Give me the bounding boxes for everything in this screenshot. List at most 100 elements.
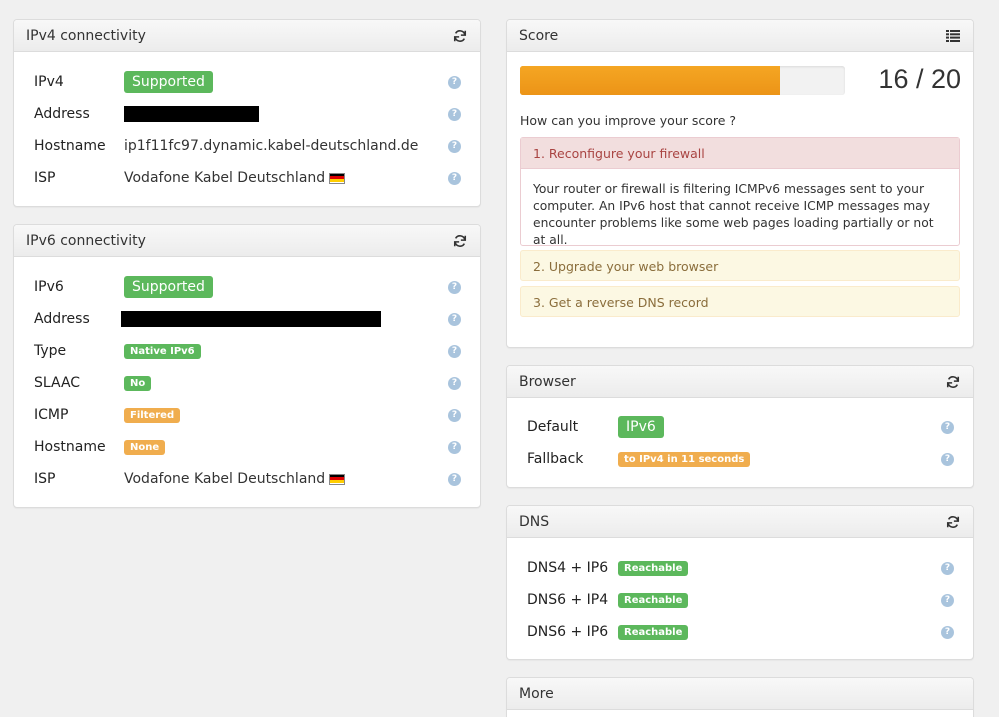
address-row: Address ? — [14, 307, 480, 331]
help-icon[interactable]: ? — [941, 625, 954, 639]
row-label: ISP — [34, 170, 56, 186]
row-label: DNS4 + IP6 — [527, 560, 609, 576]
redacted-address — [121, 311, 381, 327]
dns-panel-header: DNS — [507, 506, 973, 538]
row-value: Filtered — [124, 407, 181, 423]
improve-text: How can you improve your score ? — [520, 113, 737, 128]
score-progress-fill — [520, 66, 780, 95]
panel-title: IPv4 connectivity — [26, 27, 146, 44]
help-icon[interactable]: ? — [448, 75, 461, 89]
ipv4-panel: IPv4 connectivity IPv4 Supported ? Addre… — [13, 19, 481, 207]
help-icon[interactable]: ? — [448, 408, 461, 422]
row-label: Type — [34, 343, 67, 359]
status-badge: Reachable — [618, 624, 689, 640]
germany-flag-icon — [329, 473, 346, 485]
panel-title: More — [519, 685, 554, 702]
help-icon[interactable]: ? — [448, 344, 461, 358]
help-icon[interactable]: ? — [941, 593, 954, 607]
row-label: Hostname — [34, 138, 106, 154]
score-panel-header: Score — [507, 20, 973, 52]
row-label: Fallback — [527, 451, 584, 467]
type-row: Type Native IPv6 ? — [14, 339, 480, 363]
row-label: Hostname — [34, 439, 106, 455]
row-value: No — [124, 375, 152, 391]
redacted-address — [124, 106, 259, 122]
help-icon[interactable]: ? — [448, 472, 461, 486]
score-progress-bar — [520, 66, 845, 95]
more-panel: More — [506, 677, 974, 717]
status-badge: to IPv4 in 11 seconds — [618, 451, 751, 467]
help-icon[interactable]: ? — [448, 440, 461, 454]
row-value: Supported — [124, 276, 213, 298]
row-value: Reachable — [618, 592, 689, 608]
row-value: Reachable — [618, 624, 689, 640]
row-value: IPv6 — [618, 416, 664, 438]
row-label: SLAAC — [34, 375, 81, 391]
help-icon[interactable]: ? — [448, 171, 461, 185]
browser-panel: Browser Default IPv6 ? Fallback to IPv4 … — [506, 365, 974, 488]
icmp-row: ICMP Filtered ? — [14, 403, 480, 427]
improvement-item-dns[interactable]: 3. Get a reverse DNS record — [520, 286, 960, 317]
improvement-item-browser[interactable]: 2. Upgrade your web browser — [520, 250, 960, 281]
help-icon[interactable]: ? — [448, 312, 461, 326]
slaac-row: SLAAC No ? — [14, 371, 480, 395]
browser-panel-header: Browser — [507, 366, 973, 398]
row-value: Vodafone Kabel Deutschland — [124, 170, 346, 186]
status-badge: None — [124, 439, 166, 455]
ipv4-row: IPv4 Supported ? — [14, 70, 480, 94]
status-badge: Filtered — [124, 407, 181, 423]
improvement-title: 3. Get a reverse DNS record — [533, 295, 709, 310]
help-icon[interactable]: ? — [448, 280, 461, 294]
list-icon[interactable] — [945, 28, 961, 44]
refresh-icon[interactable] — [945, 374, 961, 390]
hostname-row: Hostname None ? — [14, 435, 480, 459]
help-icon[interactable]: ? — [941, 420, 954, 434]
row-label: ISP — [34, 471, 56, 487]
row-value: Reachable — [618, 560, 689, 576]
help-icon[interactable]: ? — [448, 376, 461, 390]
score-panel: Score 16 / 20 How can you improve your s… — [506, 19, 974, 348]
more-panel-header[interactable]: More — [507, 678, 973, 710]
status-badge: IPv6 — [618, 416, 664, 438]
isp-row: ISP Vodafone Kabel Deutschland ? — [14, 166, 480, 190]
help-icon[interactable]: ? — [448, 107, 461, 121]
ipv6-row: IPv6 Supported ? — [14, 275, 480, 299]
improvement-title: 2. Upgrade your web browser — [533, 259, 719, 274]
refresh-icon[interactable] — [452, 233, 468, 249]
ipv6-panel: IPv6 connectivity IPv6 Supported ? Addre… — [13, 224, 481, 508]
isp-row: ISP Vodafone Kabel Deutschland ? — [14, 467, 480, 491]
row-label: IPv6 — [34, 279, 64, 295]
panel-title: DNS — [519, 513, 550, 530]
improvement-title: 1. Reconfigure your firewall — [521, 138, 959, 169]
help-icon[interactable]: ? — [941, 561, 954, 575]
status-badge: Supported — [124, 276, 213, 298]
row-value: Supported — [124, 71, 213, 93]
row-value: ip1f11fc97.dynamic.kabel-deutschland.de — [124, 138, 419, 154]
isp-name: Vodafone Kabel Deutschland — [124, 471, 326, 487]
status-badge: Reachable — [618, 592, 689, 608]
row-label: Address — [34, 311, 90, 327]
dns-panel: DNS DNS4 + IP6 Reachable ? DNS6 + IP4 Re… — [506, 505, 974, 660]
row-value: None — [124, 439, 166, 455]
improvement-item-firewall[interactable]: 1. Reconfigure your firewall Your router… — [520, 137, 960, 247]
row-label: IPv4 — [34, 74, 64, 90]
row-value — [121, 311, 381, 327]
dns-row: DNS4 + IP6 Reachable ? — [507, 556, 973, 580]
row-value: Native IPv6 — [124, 343, 201, 359]
refresh-icon[interactable] — [945, 514, 961, 530]
default-row: Default IPv6 ? — [507, 415, 973, 439]
row-value: to IPv4 in 11 seconds — [618, 451, 751, 467]
panel-title: IPv6 connectivity — [26, 232, 146, 249]
help-icon[interactable]: ? — [448, 139, 461, 153]
ipv6-panel-header: IPv6 connectivity — [14, 225, 480, 257]
row-value — [124, 106, 259, 122]
improvement-body: Your router or firewall is filtering ICM… — [533, 182, 934, 247]
address-row: Address ? — [14, 102, 480, 126]
row-label: DNS6 + IP6 — [527, 624, 609, 640]
hostname-row: Hostname ip1f11fc97.dynamic.kabel-deutsc… — [14, 134, 480, 158]
help-icon[interactable]: ? — [941, 452, 954, 466]
refresh-icon[interactable] — [452, 28, 468, 44]
status-badge: Supported — [124, 71, 213, 93]
status-badge: Reachable — [618, 560, 689, 576]
score-value: 16 / 20 — [878, 64, 961, 94]
